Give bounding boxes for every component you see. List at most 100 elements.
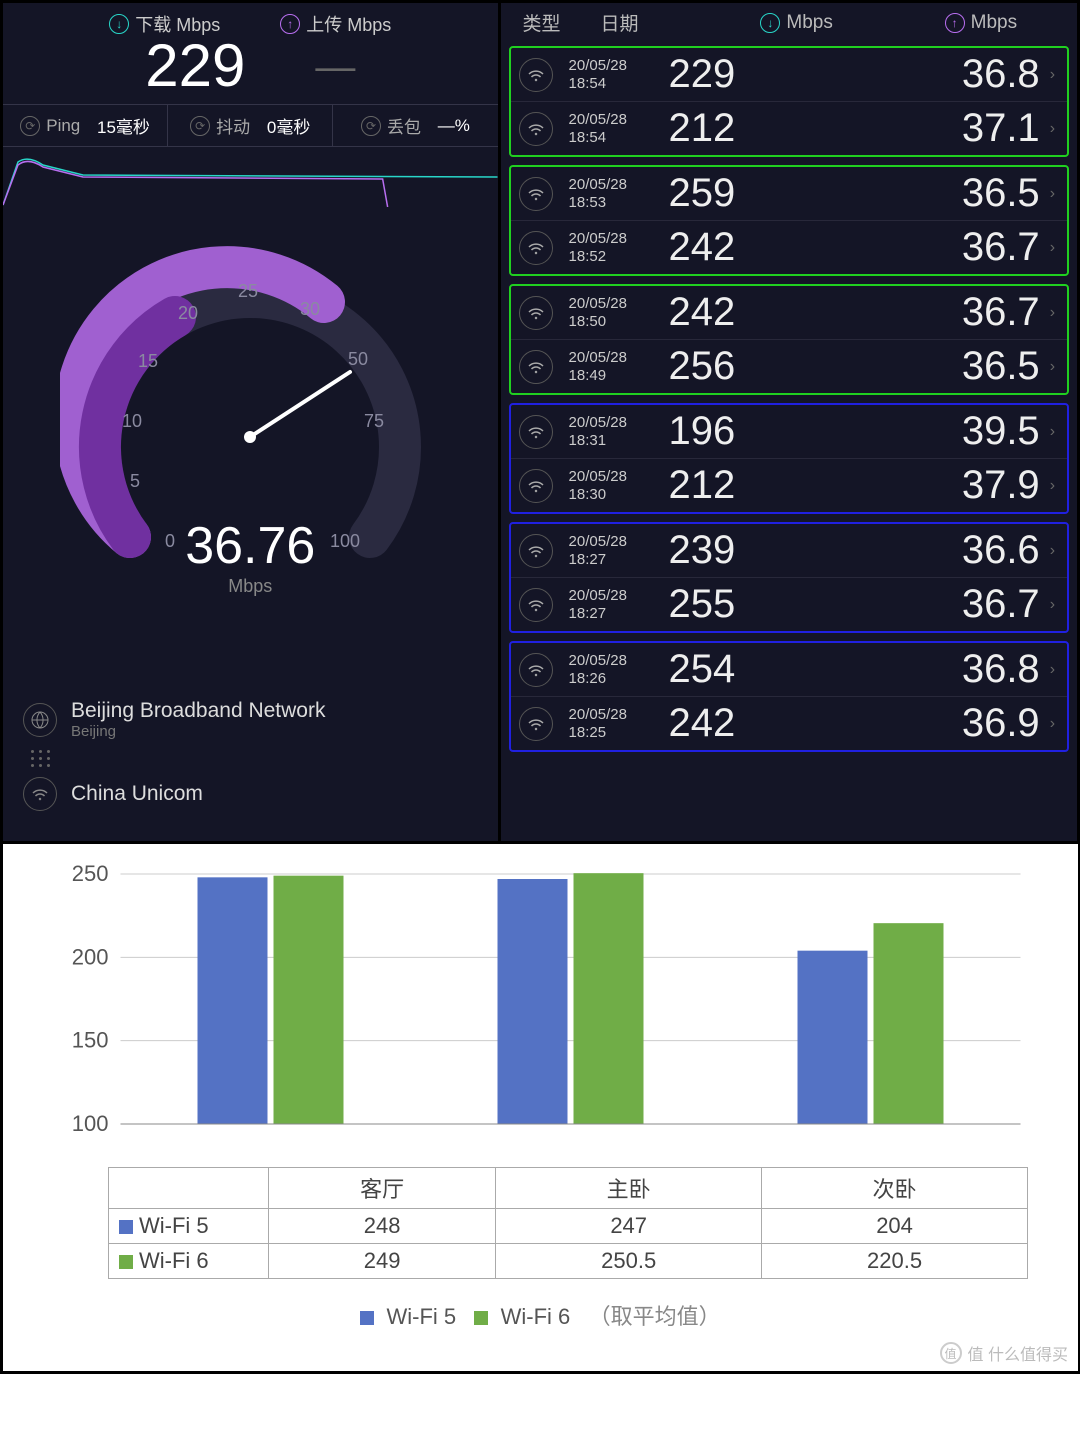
history-row[interactable]: 20/05/2818:5024236.7› bbox=[511, 286, 1067, 339]
svg-text:75: 75 bbox=[364, 411, 384, 431]
history-group: 20/05/2818:5325936.5›20/05/2818:5224236.… bbox=[509, 165, 1069, 276]
bar-chart: 100150200250 bbox=[33, 864, 1048, 1164]
wifi-icon bbox=[23, 777, 57, 811]
col-type: 类型 bbox=[523, 9, 573, 36]
history-group: 20/05/2818:3119639.5›20/05/2818:3021237.… bbox=[509, 403, 1069, 514]
row-download: 242 bbox=[669, 225, 855, 270]
chevron-right-icon: › bbox=[1050, 304, 1055, 322]
speed-gauge: 0 5 10 15 20 25 30 50 75 100 36.76 Mbps bbox=[60, 237, 440, 617]
history-row[interactable]: 20/05/2818:2625436.8› bbox=[511, 643, 1067, 696]
svg-text:20: 20 bbox=[178, 303, 198, 323]
ping-stat: ⟳Ping 15毫秒 bbox=[3, 105, 168, 146]
wifi-icon bbox=[519, 534, 553, 568]
upload-value: — bbox=[315, 31, 355, 100]
svg-text:250: 250 bbox=[72, 864, 109, 886]
history-row[interactable]: 20/05/2818:2524236.9› bbox=[511, 696, 1067, 750]
wifi-icon bbox=[519, 231, 553, 265]
history-panel: 类型 日期 ↓Mbps ↑Mbps 20/05/2818:5422936.8›2… bbox=[498, 3, 1077, 841]
upload-icon: ↑ bbox=[280, 14, 300, 34]
download-value: 229 bbox=[145, 31, 245, 100]
row-download: 254 bbox=[669, 647, 855, 692]
row-datetime: 20/05/2818:27 bbox=[569, 587, 669, 622]
wifi-icon bbox=[519, 112, 553, 146]
history-row[interactable]: 20/05/2818:4925636.5› bbox=[511, 339, 1067, 393]
wifi-icon bbox=[519, 350, 553, 384]
wifi-icon bbox=[519, 415, 553, 449]
col-upload: ↑Mbps bbox=[903, 12, 1059, 34]
chevron-right-icon: › bbox=[1050, 661, 1055, 679]
row-upload: 36.5 bbox=[854, 344, 1040, 389]
row-upload: 36.8 bbox=[854, 647, 1040, 692]
row-download: 255 bbox=[669, 582, 855, 627]
chart-data-table: 客厅主卧次卧Wi-Fi 5248247204Wi-Fi 6249250.5220… bbox=[108, 1167, 1028, 1279]
chevron-right-icon: › bbox=[1050, 477, 1055, 495]
row-download: 239 bbox=[669, 528, 855, 573]
isp-name: Beijing Broadband Network bbox=[71, 699, 325, 723]
history-list: 20/05/2818:5422936.8›20/05/2818:5421237.… bbox=[501, 46, 1077, 752]
svg-text:10: 10 bbox=[122, 411, 142, 431]
row-download: 256 bbox=[669, 344, 855, 389]
history-row[interactable]: 20/05/2818:2725536.7 › bbox=[511, 577, 1067, 631]
history-row[interactable]: 20/05/2818:3119639.5› bbox=[511, 405, 1067, 458]
svg-text:5: 5 bbox=[130, 471, 140, 491]
chevron-right-icon: › bbox=[1050, 715, 1055, 733]
col-download: ↓Mbps bbox=[719, 12, 875, 34]
wifi-icon bbox=[519, 177, 553, 211]
history-header: 类型 日期 ↓Mbps ↑Mbps bbox=[501, 3, 1077, 46]
history-row[interactable]: 20/05/2818:3021237.9› bbox=[511, 458, 1067, 512]
download-icon: ↓ bbox=[109, 14, 129, 34]
chevron-right-icon: › bbox=[1050, 358, 1055, 376]
row-datetime: 20/05/2818:50 bbox=[569, 295, 669, 330]
isp-row[interactable]: Beijing Broadband Network Beijing bbox=[23, 689, 478, 750]
wifi-icon bbox=[519, 707, 553, 741]
download-icon: ↓ bbox=[760, 13, 780, 33]
watermark: 值值 什么值得买 bbox=[940, 1341, 1068, 1365]
row-upload: 39.5 bbox=[854, 409, 1040, 454]
row-upload: 37.1 bbox=[854, 106, 1040, 151]
row-datetime: 20/05/2818:54 bbox=[569, 111, 669, 146]
chart-panel: 100150200250 客厅主卧次卧Wi-Fi 5248247204Wi-Fi… bbox=[3, 841, 1078, 1371]
svg-text:15: 15 bbox=[138, 351, 158, 371]
history-row[interactable]: 20/05/2818:5325936.5› bbox=[511, 167, 1067, 220]
row-datetime: 20/05/2818:52 bbox=[569, 230, 669, 265]
upload-icon: ↑ bbox=[945, 13, 965, 33]
loss-stat: ⟳丢包 —% bbox=[333, 105, 497, 146]
col-date: 日期 bbox=[601, 9, 691, 36]
row-upload: 36.7 bbox=[854, 290, 1040, 335]
history-row[interactable]: 20/05/2818:2723936.6› bbox=[511, 524, 1067, 577]
row-datetime: 20/05/2818:53 bbox=[569, 176, 669, 211]
row-datetime: 20/05/2818:30 bbox=[569, 468, 669, 503]
history-row[interactable]: 20/05/2818:5422936.8› bbox=[511, 48, 1067, 101]
isp-location: Beijing bbox=[71, 723, 325, 740]
row-datetime: 20/05/2818:31 bbox=[569, 414, 669, 449]
svg-text:100: 100 bbox=[72, 1111, 109, 1136]
server-name: China Unicom bbox=[71, 782, 203, 806]
svg-text:30: 30 bbox=[300, 299, 320, 319]
speed-graph bbox=[3, 147, 498, 207]
chevron-right-icon: › bbox=[1050, 596, 1055, 614]
globe-icon bbox=[23, 703, 57, 737]
server-row[interactable]: China Unicom bbox=[23, 767, 478, 821]
history-row[interactable]: 20/05/2818:5224236.7› bbox=[511, 220, 1067, 274]
chevron-right-icon: › bbox=[1050, 185, 1055, 203]
svg-text:25: 25 bbox=[238, 281, 258, 301]
wifi-icon bbox=[519, 469, 553, 503]
row-download: 212 bbox=[669, 106, 855, 151]
jitter-stat: ⟳抖动 0毫秒 bbox=[168, 105, 333, 146]
chevron-right-icon: › bbox=[1050, 120, 1055, 138]
svg-text:200: 200 bbox=[72, 944, 109, 969]
history-group: 20/05/2818:2723936.6›20/05/2818:2725536.… bbox=[509, 522, 1069, 633]
gauge-value: 36.76 bbox=[60, 516, 440, 576]
history-row[interactable]: 20/05/2818:5421237.1 › bbox=[511, 101, 1067, 155]
row-upload: 37.9 bbox=[854, 463, 1040, 508]
row-download: 259 bbox=[669, 171, 855, 216]
row-datetime: 20/05/2818:25 bbox=[569, 706, 669, 741]
row-upload: 36.7 bbox=[854, 582, 1040, 627]
wifi-icon bbox=[519, 653, 553, 687]
row-download: 196 bbox=[669, 409, 855, 454]
speedtest-panel: ↓ 下载 Mbps ↑ 上传 Mbps 229 — ⟳Ping 15毫秒 ⟳抖动… bbox=[3, 3, 498, 841]
row-download: 229 bbox=[669, 52, 855, 97]
row-datetime: 20/05/2818:27 bbox=[569, 533, 669, 568]
chevron-right-icon: › bbox=[1050, 239, 1055, 257]
row-download: 242 bbox=[669, 701, 855, 746]
